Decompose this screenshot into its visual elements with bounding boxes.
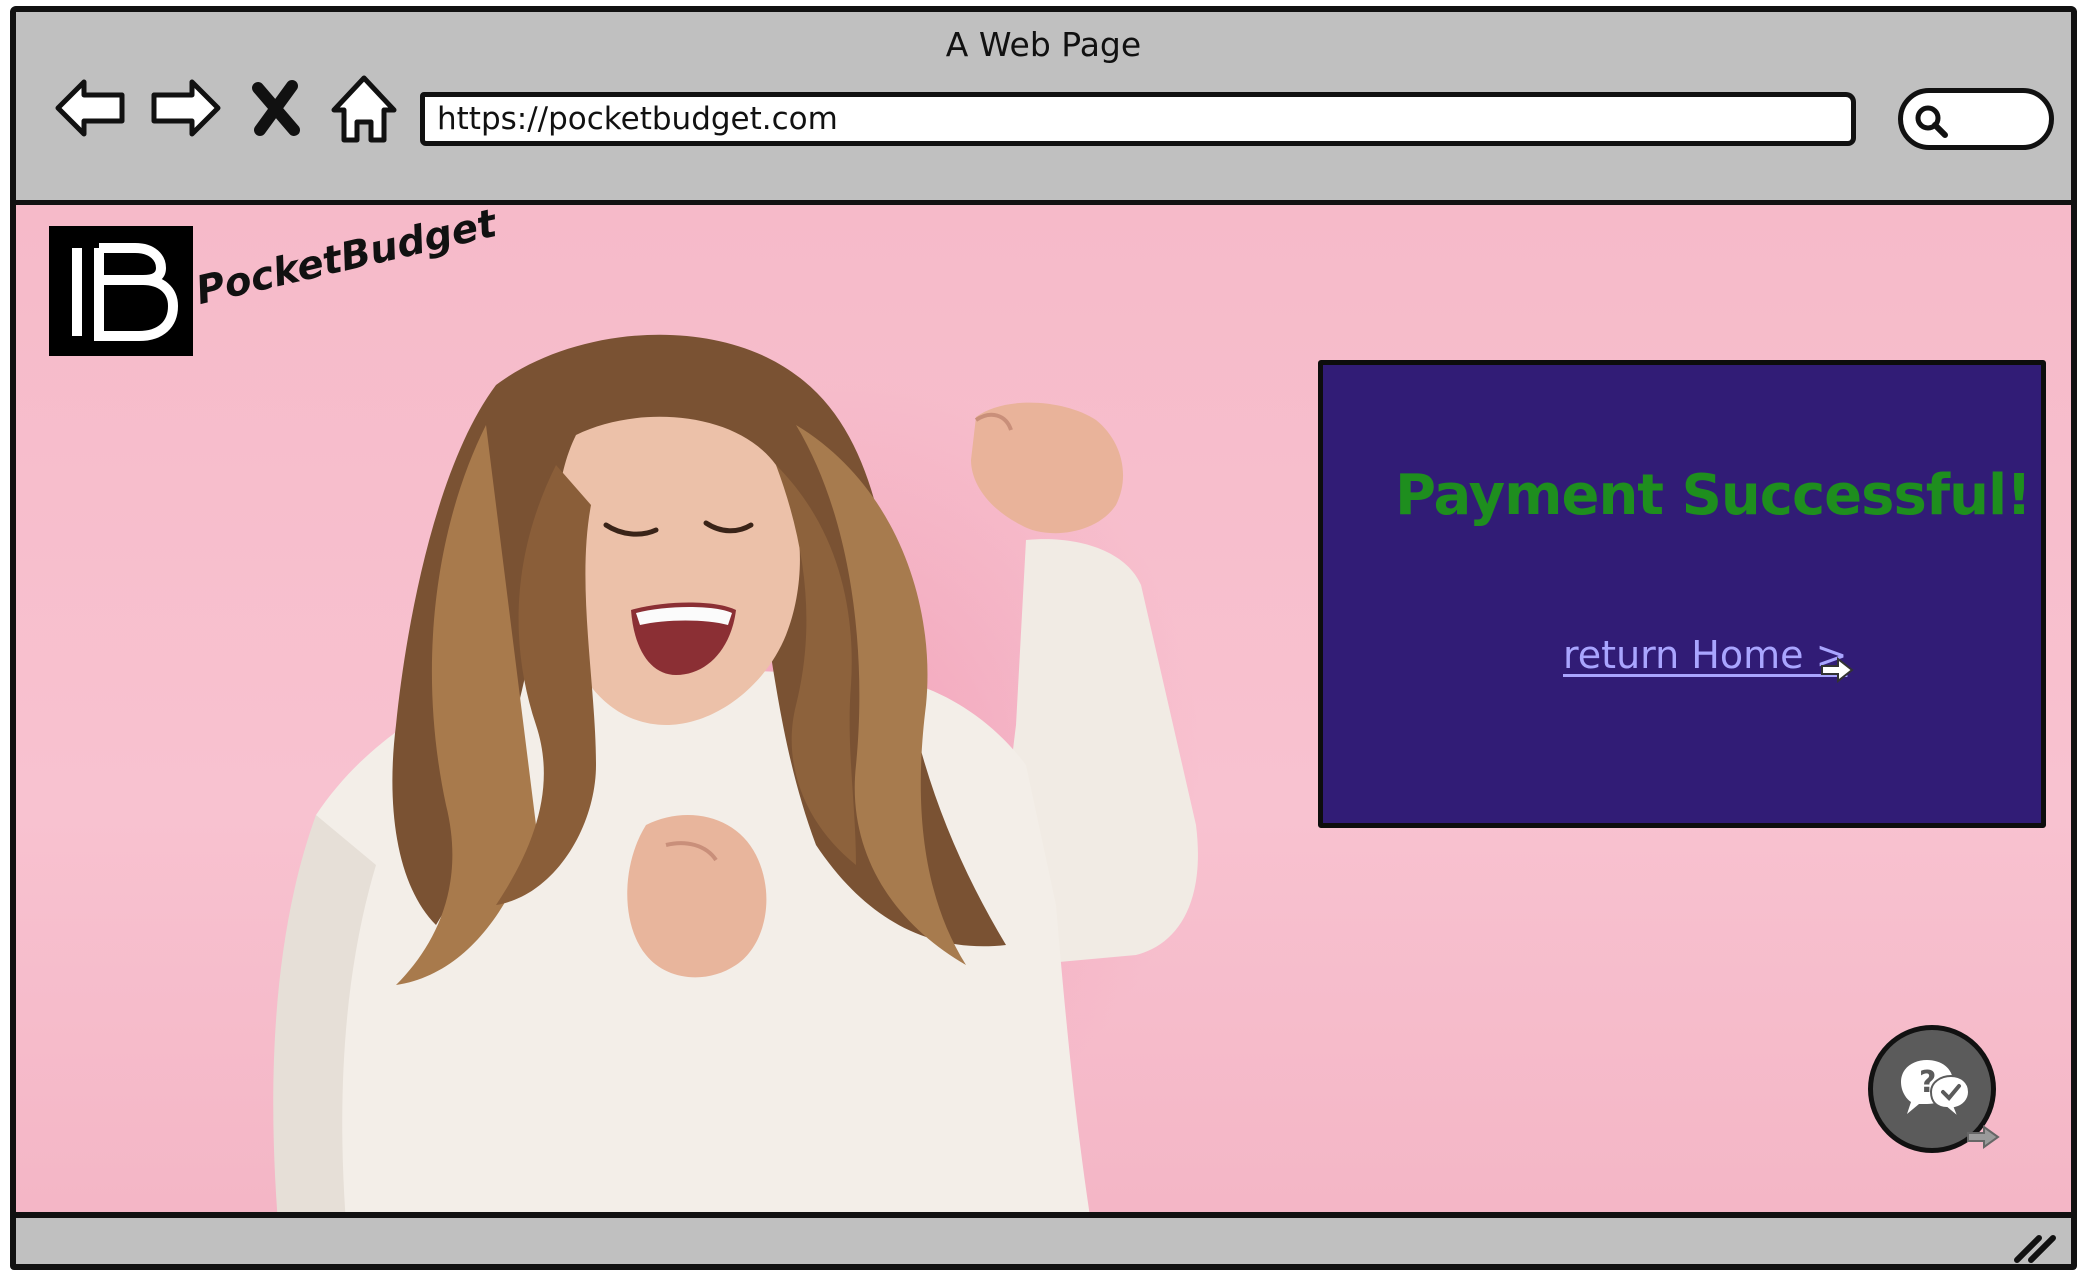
close-icon[interactable]	[244, 68, 308, 148]
pointer-arrow-icon	[1967, 1125, 2000, 1149]
pb-logo-mark	[72, 243, 179, 341]
resize-grip-icon[interactable]	[2011, 1230, 2057, 1264]
logo[interactable]	[49, 226, 193, 356]
pointer-arrow-icon	[1821, 657, 1854, 683]
status-bar	[16, 1226, 2071, 1264]
chat-help-icon: ?	[1901, 1060, 1971, 1119]
back-arrow-icon[interactable]	[50, 68, 130, 148]
payment-success-title: Payment Successful!	[1395, 463, 2032, 528]
address-bar[interactable]: https://pocketbudget.com	[420, 92, 1856, 146]
window-title: A Web Page	[945, 25, 1142, 64]
home-icon[interactable]	[324, 68, 404, 148]
forward-arrow-icon[interactable]	[146, 68, 226, 148]
return-home-link[interactable]: return Home >	[1563, 633, 1847, 677]
search-input[interactable]	[1898, 88, 2054, 150]
payment-status-card: Payment Successful! return Home >	[1318, 360, 2046, 828]
page-content: PocketBudget Payment Successful! return …	[16, 200, 2071, 1218]
browser-window: A Web Page https://pocketbudget.com Pock…	[10, 6, 2077, 1270]
search-icon	[1915, 105, 1948, 138]
